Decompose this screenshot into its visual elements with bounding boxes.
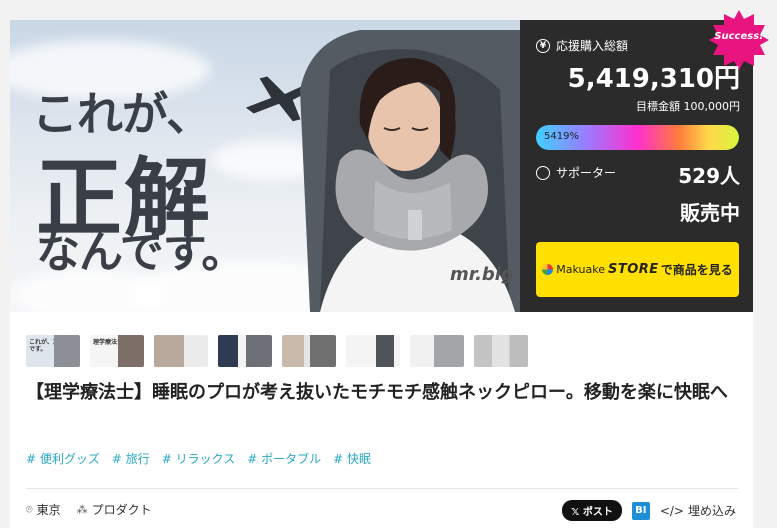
user-icon	[536, 165, 550, 180]
makuake-store-button[interactable]: Makuake STORE で商品を見る	[536, 242, 739, 297]
divider	[26, 488, 738, 489]
project-card: これが、 正解 なんです。 mr.big Success! ¥ 応援購入総額 5…	[10, 10, 769, 528]
category-label: プロダクト	[91, 503, 152, 517]
tag-link[interactable]: # 快眠	[333, 450, 371, 467]
thumbnail[interactable]	[154, 335, 208, 367]
bi-button[interactable]: BI	[631, 501, 650, 520]
supporters-count: 529人	[678, 164, 740, 188]
yen-coin-icon: ¥	[536, 38, 550, 53]
tag-link[interactable]: # ポータブル	[247, 450, 321, 467]
thumbnail[interactable]: 理学療法士	[90, 335, 144, 367]
funding-progress-bar: 5419%	[536, 125, 739, 150]
tag-link[interactable]: # リラックス	[162, 450, 236, 467]
total-label-row: ¥ 応援購入総額	[536, 37, 628, 54]
x-post-button[interactable]: 𝕏 ポスト	[562, 500, 622, 521]
code-icon: </>	[659, 503, 684, 518]
location-pin-icon: ⌾	[26, 502, 33, 516]
category-icon: ⁂	[76, 503, 88, 516]
brand-logo: mr.big	[450, 264, 514, 285]
location-label: 東京	[36, 503, 61, 517]
tag-link[interactable]: # 便利グッズ	[26, 450, 100, 467]
hero-image[interactable]: これが、 正解 なんです。 mr.big	[10, 20, 520, 312]
store-label: STORE	[608, 262, 659, 277]
thumbnail[interactable]	[218, 335, 272, 367]
thumbnail[interactable]	[282, 335, 336, 367]
makuake-logo-icon	[542, 264, 554, 275]
gallery-thumbnails: これが、正解なんです。 理学療法士	[26, 335, 528, 367]
embed-label: 埋め込み	[687, 504, 736, 518]
store-action: で商品を見る	[660, 263, 733, 277]
supporters-label-row: サポーター	[536, 164, 616, 181]
embed-button[interactable]: </> 埋め込み	[660, 502, 736, 519]
total-label: 応援購入総額	[556, 39, 629, 53]
project-title: 【理学療法士】睡眠のプロが考え抜いたモチモチ感触ネックピロー。移動を楽に快眠へ	[26, 382, 728, 403]
share-bar: 𝕏 ポスト BI </> 埋め込み	[562, 500, 736, 521]
thumbnail[interactable]: これが、正解なんです。	[26, 335, 80, 367]
total-amount: 5,419,310円	[567, 64, 740, 94]
thumbnail[interactable]	[410, 335, 464, 367]
progress-percent: 5419%	[544, 131, 579, 142]
thumbnail[interactable]	[346, 335, 400, 367]
tag-list: # 便利グッズ # 旅行 # リラックス # ポータブル # 快眠	[26, 450, 371, 467]
project-meta: ⌾ 東京 ⁂ プロダクト	[26, 501, 152, 518]
thumbnail[interactable]	[474, 335, 528, 367]
hero-headline-line3: なんです。	[36, 227, 245, 278]
funding-stats-panel: Success! ¥ 応援購入総額 5,419,310円 目標金額 100,00…	[520, 10, 769, 312]
tag-link[interactable]: # 旅行	[112, 450, 150, 467]
category[interactable]: ⁂ プロダクト	[77, 501, 152, 518]
location[interactable]: ⌾ 東京	[26, 501, 61, 518]
store-brand: Makuake	[556, 263, 606, 276]
sale-status: 販売中	[680, 201, 740, 225]
goal-amount: 目標金額 100,000円	[636, 100, 740, 113]
supporters-label: サポーター	[556, 166, 617, 180]
